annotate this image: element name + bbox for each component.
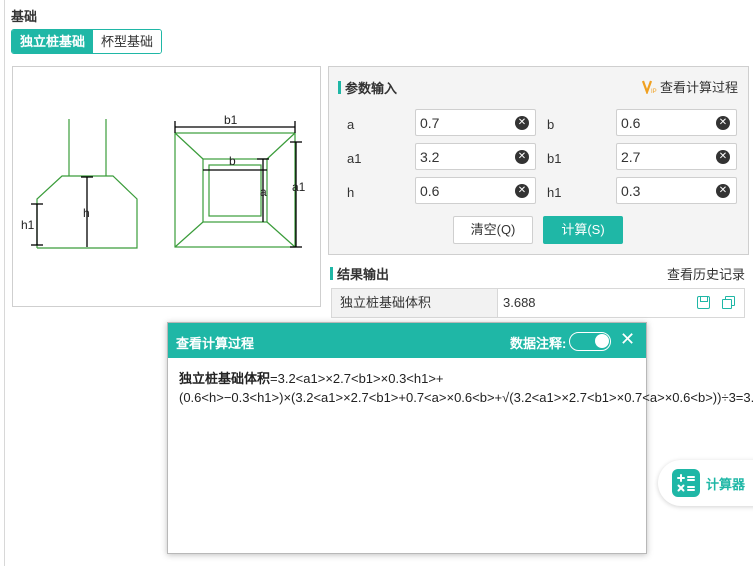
clear-button[interactable]: 清空(Q) xyxy=(453,216,533,244)
dim-label-b: b xyxy=(229,154,236,168)
param-input-a1[interactable] xyxy=(416,144,511,169)
vip-icon: IP xyxy=(641,80,658,95)
toggle-knob xyxy=(595,334,609,348)
param-label-b: b xyxy=(547,117,555,132)
foundation-diagram: h1 h b1 b a a1 xyxy=(12,66,321,307)
param-field-a1: ✕ xyxy=(415,143,536,170)
page-title: 基础 xyxy=(11,9,38,24)
left-border-line xyxy=(4,0,5,566)
clear-icon[interactable]: ✕ xyxy=(716,150,730,164)
param-label-b1: b1 xyxy=(547,151,562,166)
view-history-link[interactable]: 查看历史记录 xyxy=(667,264,745,283)
foundation-diagram-svg: h1 h b1 b a a1 xyxy=(21,113,306,249)
view-calc-label: 查看计算过程 xyxy=(659,80,738,95)
param-field-b: ✕ xyxy=(616,109,737,136)
calculator-button[interactable]: 计算器 xyxy=(658,460,753,506)
param-input-h1[interactable] xyxy=(617,178,712,203)
formula-name: 独立桩基础体积 xyxy=(179,371,271,386)
dim-label-h1: h1 xyxy=(21,218,35,232)
dialog-header: 查看计算过程 数据注释: ✕ xyxy=(168,323,646,358)
svg-text:IP: IP xyxy=(651,89,657,94)
param-label-h: h xyxy=(347,185,355,200)
dim-label-h: h xyxy=(83,206,90,220)
param-field-h1: ✕ xyxy=(616,177,737,204)
calc-process-dialog: 查看计算过程 数据注释: ✕ 独立桩基础体积=3.2<a1>×2.7<b1>×0… xyxy=(167,322,753,554)
clear-icon[interactable]: ✕ xyxy=(716,116,730,130)
result-name: 独立桩基础体积 xyxy=(332,289,498,317)
calculator-icon xyxy=(672,469,700,497)
param-field-a: ✕ xyxy=(415,109,536,136)
result-value-cell: 3.688 xyxy=(498,289,744,317)
dim-label-b1: b1 xyxy=(224,113,238,127)
calculator-label: 计算器 xyxy=(706,476,746,492)
param-field-b1: ✕ xyxy=(616,143,737,170)
param-input-panel: 参数输入 IP 查看计算过程 a ✕ b ✕ a1 ✕ b1 ✕ h ✕ h1 … xyxy=(328,66,749,255)
close-icon[interactable]: ✕ xyxy=(620,330,635,348)
result-section-title: 结果输出 xyxy=(330,264,389,283)
param-input-a[interactable] xyxy=(416,110,511,135)
calculate-button[interactable]: 计算(S) xyxy=(543,216,623,244)
dialog-title: 查看计算过程 xyxy=(176,336,255,351)
param-field-h: ✕ xyxy=(415,177,536,204)
dim-label-a: a xyxy=(260,185,267,199)
clear-icon[interactable]: ✕ xyxy=(515,150,529,164)
result-value: 3.688 xyxy=(503,295,536,310)
param-input-b[interactable] xyxy=(617,110,712,135)
tab-cup-foundation[interactable]: 杯型基础 xyxy=(93,30,162,53)
result-row: 独立桩基础体积 3.688 xyxy=(331,288,745,318)
save-icon[interactable] xyxy=(697,296,710,309)
param-input-b1[interactable] xyxy=(617,144,712,169)
copy-icon[interactable] xyxy=(722,296,735,309)
param-input-h[interactable] xyxy=(416,178,511,203)
dialog-body: 独立桩基础体积=3.2<a1>×2.7<b1>×0.3<h1>+(0.6<h>−… xyxy=(179,369,753,407)
annotation-toggle[interactable] xyxy=(569,332,611,351)
dim-label-a1: a1 xyxy=(292,180,306,194)
param-label-h1: h1 xyxy=(547,185,562,200)
param-label-a1: a1 xyxy=(347,151,362,166)
clear-icon[interactable]: ✕ xyxy=(515,184,529,198)
clear-icon[interactable]: ✕ xyxy=(716,184,730,198)
foundation-tabs: 独立桩基础 杯型基础 xyxy=(11,29,163,54)
view-calc-process-link[interactable]: IP 查看计算过程 xyxy=(641,77,738,96)
param-section-title: 参数输入 xyxy=(338,78,397,97)
annotation-label: 数据注释: xyxy=(510,336,567,351)
tab-independent-pile-foundation[interactable]: 独立桩基础 xyxy=(12,30,94,53)
clear-icon[interactable]: ✕ xyxy=(515,116,529,130)
param-label-a: a xyxy=(347,117,355,132)
